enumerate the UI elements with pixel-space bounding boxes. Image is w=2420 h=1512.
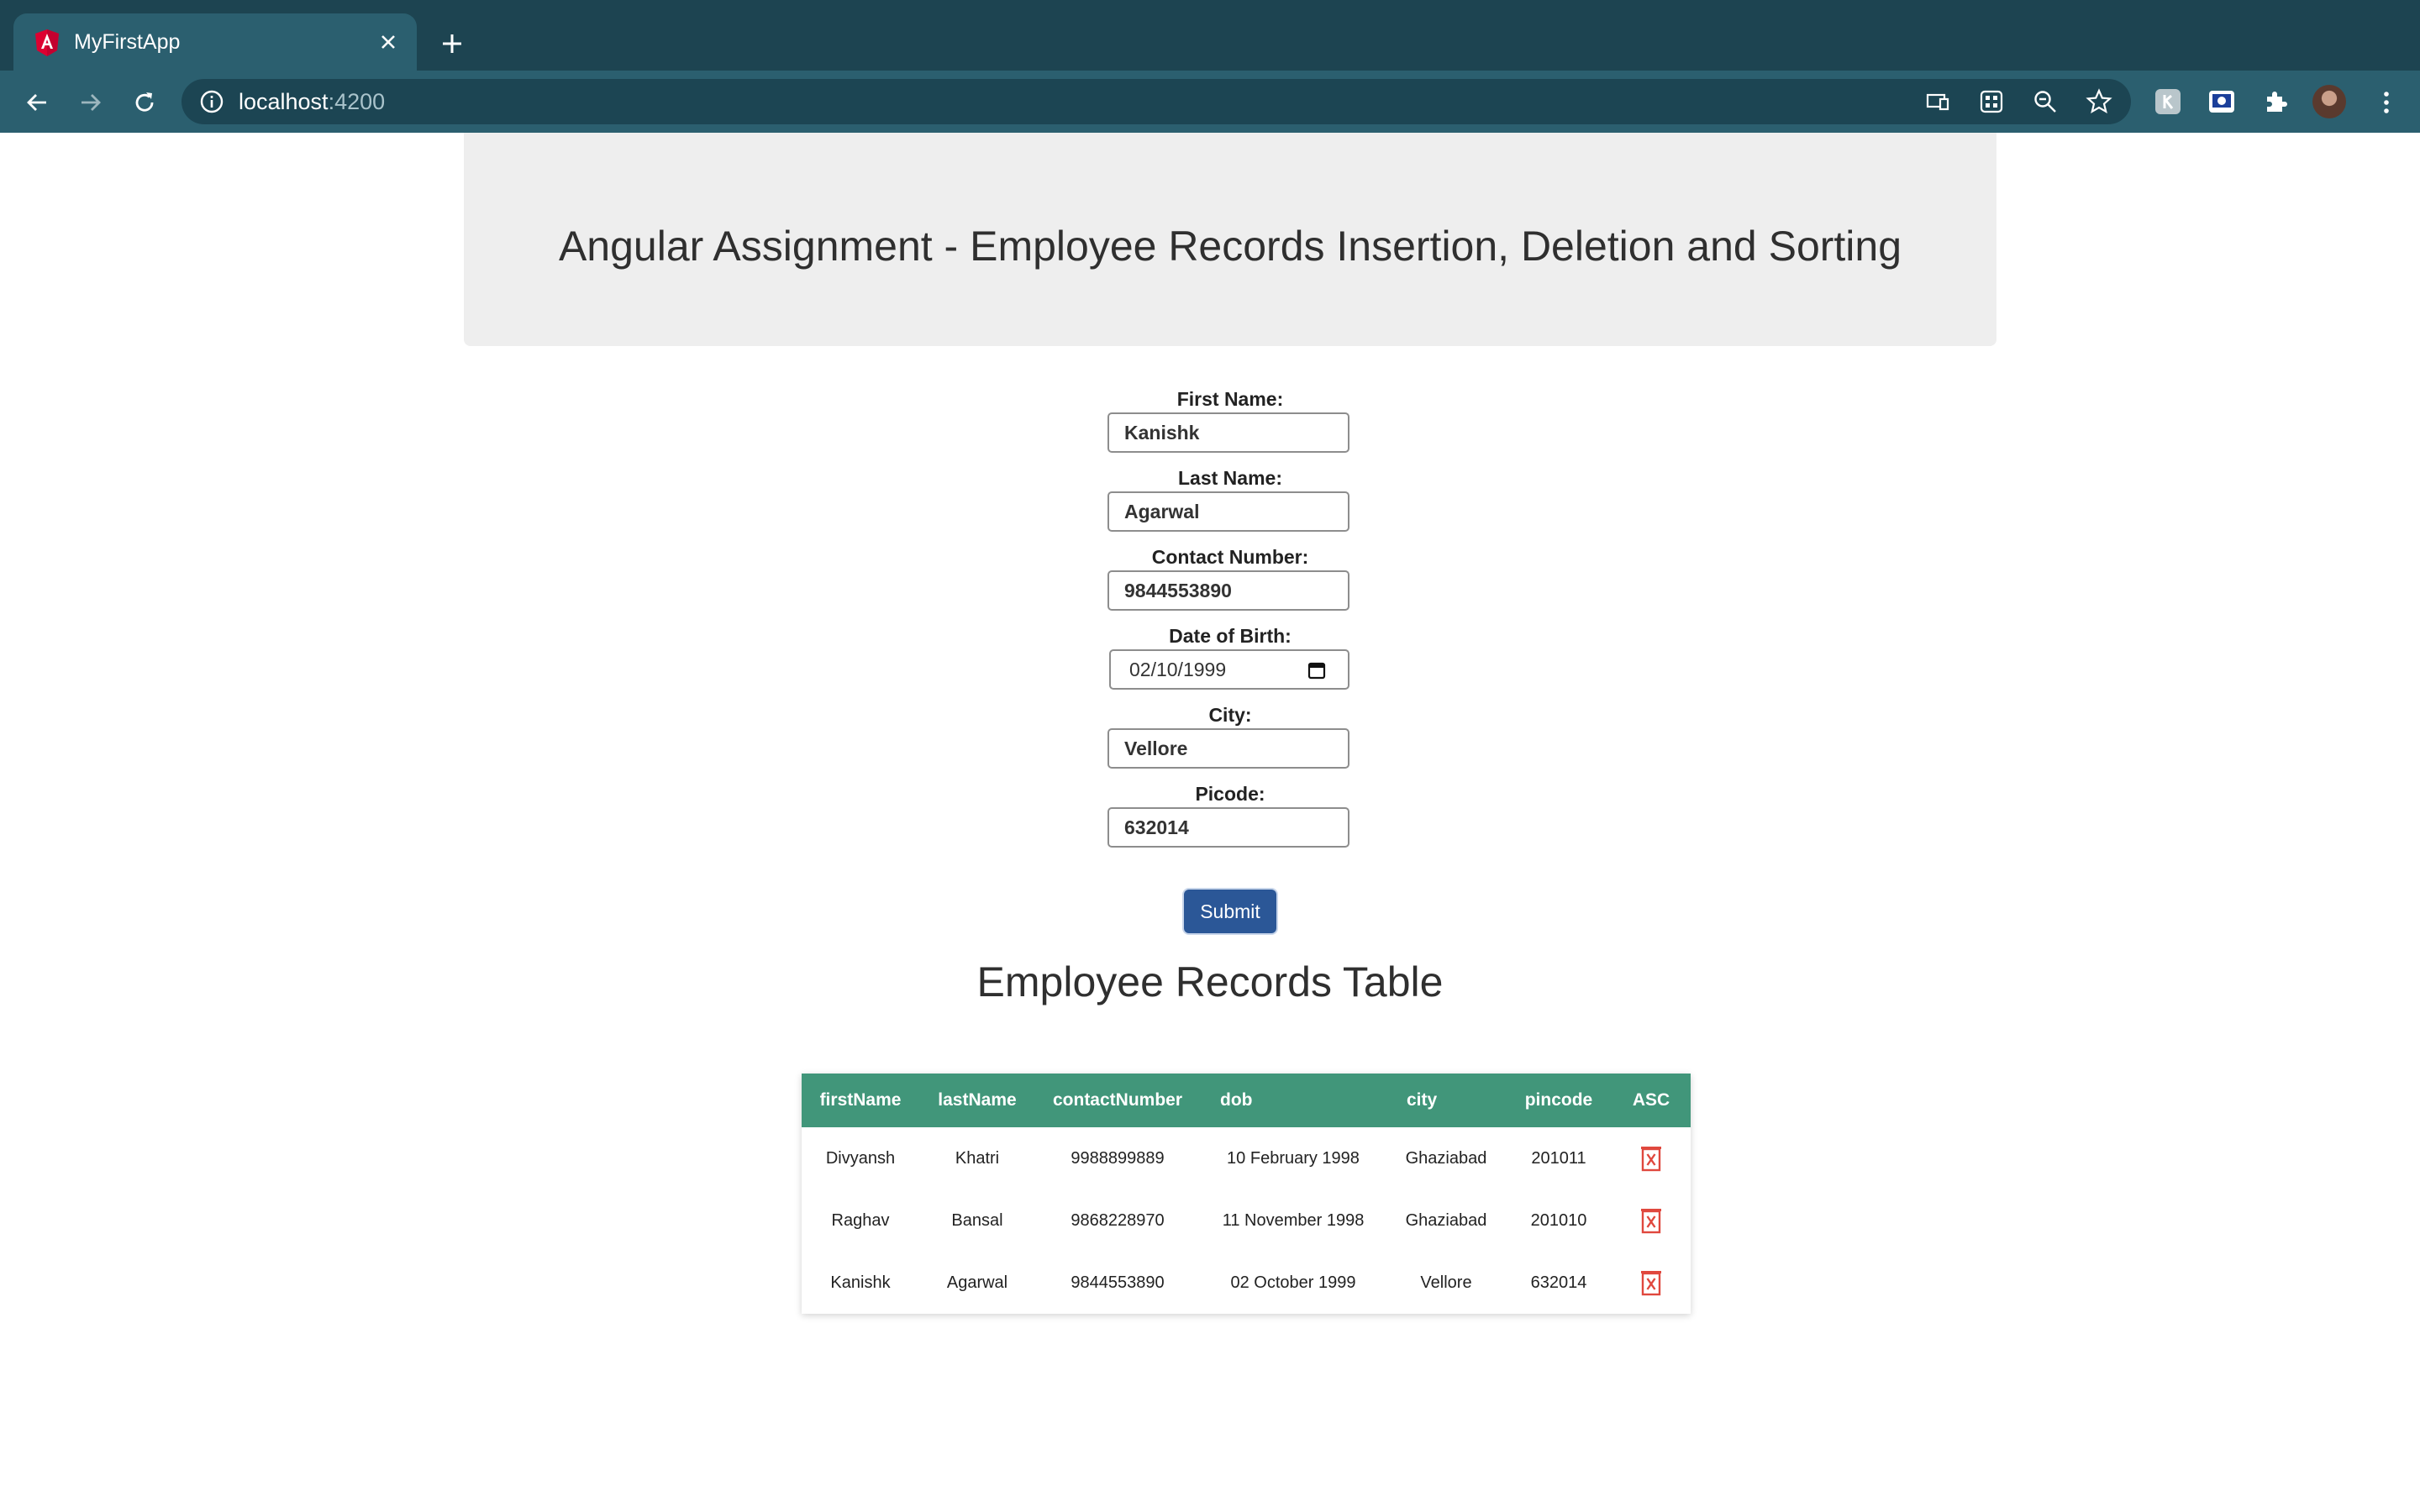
- cell-last-name: Agarwal: [946, 1273, 1008, 1292]
- city-field: City: Vellore: [1106, 702, 1355, 781]
- more-vert-icon[interactable]: [2370, 86, 2403, 119]
- close-icon[interactable]: [373, 27, 403, 57]
- last-name-input[interactable]: Agarwal: [1107, 491, 1349, 532]
- angular-favicon-icon: [35, 29, 59, 56]
- puzzle-icon[interactable]: [2259, 85, 2292, 118]
- tab-title: MyFirstApp: [74, 30, 181, 54]
- header-first-name[interactable]: firstName: [802, 1074, 919, 1127]
- table-row: Divyansh Khatri 9988899889 10 February 1…: [802, 1127, 1691, 1189]
- delete-icon[interactable]: [1640, 1207, 1662, 1234]
- qr-code-icon[interactable]: [1978, 88, 2005, 115]
- header-pincode[interactable]: pincode: [1506, 1074, 1612, 1127]
- cell-dob: 10 February 1998: [1227, 1149, 1360, 1168]
- info-icon[interactable]: [198, 88, 225, 115]
- page-title: Angular Assignment - Employee Records In…: [558, 223, 1902, 270]
- employee-form: First Name: Kanishk Last Name: Agarwal C…: [1106, 386, 1355, 860]
- extension-icon[interactable]: [2205, 85, 2238, 118]
- city-label: City:: [1208, 704, 1252, 726]
- delete-row-button[interactable]: [1612, 1189, 1691, 1252]
- zoom-out-icon[interactable]: [2032, 88, 2059, 115]
- pincode-field: Picode: 632014: [1106, 781, 1355, 860]
- header-contact-number[interactable]: contactNumber: [1035, 1074, 1200, 1127]
- cell-first-name: Raghav: [831, 1211, 890, 1230]
- url-host: localhost: [239, 89, 329, 114]
- first-name-input[interactable]: Kanishk: [1107, 412, 1349, 453]
- address-bar[interactable]: localhost:4200: [182, 79, 2131, 124]
- cell-first-name: Kanishk: [830, 1273, 891, 1292]
- cell-city: Ghaziabad: [1405, 1149, 1487, 1168]
- cell-pincode: 632014: [1530, 1273, 1587, 1292]
- table-title: Employee Records Table: [976, 958, 1444, 1005]
- cell-city: Vellore: [1420, 1273, 1472, 1292]
- dob-field: Date of Birth: 02/10/1999: [1106, 623, 1355, 702]
- pincode-input[interactable]: 632014: [1107, 807, 1349, 848]
- contact-number-label: Contact Number:: [1151, 546, 1309, 568]
- last-name-field: Last Name: Agarwal: [1106, 465, 1355, 544]
- submit-button[interactable]: Submit: [1184, 890, 1276, 933]
- delete-icon[interactable]: [1640, 1269, 1662, 1296]
- cell-pincode: 201010: [1530, 1211, 1587, 1230]
- cell-contact-number: 9844553890: [1071, 1273, 1165, 1292]
- dob-value: 02/10/1999: [1129, 659, 1227, 680]
- cell-dob: 11 November 1998: [1222, 1211, 1365, 1230]
- cell-first-name: Divyansh: [825, 1149, 896, 1168]
- delete-icon[interactable]: [1640, 1145, 1662, 1172]
- url-text: localhost:4200: [239, 89, 385, 114]
- pincode-label: Picode:: [1195, 783, 1265, 805]
- first-name-label: First Name:: [1176, 388, 1284, 410]
- cell-last-name: Khatri: [955, 1149, 1000, 1168]
- extension-icon[interactable]: [2151, 85, 2185, 118]
- delete-row-button[interactable]: [1612, 1252, 1691, 1314]
- table-row: Raghav Bansal 9868228970 11 November 199…: [802, 1189, 1691, 1252]
- first-name-field: First Name: Kanishk: [1106, 386, 1355, 465]
- cast-icon[interactable]: [1924, 88, 1951, 115]
- contact-number-input[interactable]: 9844553890: [1107, 570, 1349, 611]
- browser-toolbar: localhost:4200: [0, 71, 2420, 133]
- browser-tab-strip: MyFirstApp: [0, 0, 2420, 71]
- cell-city: Ghaziabad: [1405, 1211, 1487, 1230]
- avatar[interactable]: [2312, 85, 2346, 118]
- contact-number-field: Contact Number: 9844553890: [1106, 544, 1355, 623]
- table-header-row: firstName lastName contactNumber dob cit…: [802, 1074, 1691, 1127]
- city-input[interactable]: Vellore: [1107, 728, 1349, 769]
- delete-row-button[interactable]: [1612, 1127, 1691, 1189]
- forward-arrow-icon[interactable]: [74, 86, 108, 119]
- table-row: Kanishk Agarwal 9844553890 02 October 19…: [802, 1252, 1691, 1314]
- header-jumbotron: Angular Assignment - Employee Records In…: [464, 133, 1996, 346]
- url-port: :4200: [328, 89, 386, 114]
- star-icon[interactable]: [2086, 88, 2112, 115]
- cell-dob: 02 October 1999: [1230, 1273, 1356, 1292]
- employee-records-table: firstName lastName contactNumber dob cit…: [802, 1074, 1691, 1314]
- last-name-label: Last Name:: [1178, 467, 1282, 489]
- header-city[interactable]: city: [1386, 1074, 1506, 1127]
- header-dob[interactable]: dob: [1200, 1074, 1386, 1127]
- calendar-icon[interactable]: [1307, 661, 1326, 680]
- cell-pincode: 201011: [1531, 1149, 1586, 1168]
- cell-contact-number: 9868228970: [1071, 1211, 1165, 1230]
- dob-label: Date of Birth:: [1169, 625, 1292, 647]
- cell-contact-number: 9988899889: [1071, 1149, 1165, 1168]
- reload-icon[interactable]: [128, 86, 161, 119]
- dob-input[interactable]: 02/10/1999: [1109, 649, 1349, 690]
- browser-tab[interactable]: MyFirstApp: [13, 13, 417, 71]
- sort-asc-button[interactable]: ASC: [1612, 1074, 1691, 1127]
- header-last-name[interactable]: lastName: [919, 1074, 1035, 1127]
- cell-last-name: Bansal: [951, 1211, 1003, 1230]
- plus-icon[interactable]: [434, 25, 471, 62]
- back-arrow-icon[interactable]: [20, 86, 54, 119]
